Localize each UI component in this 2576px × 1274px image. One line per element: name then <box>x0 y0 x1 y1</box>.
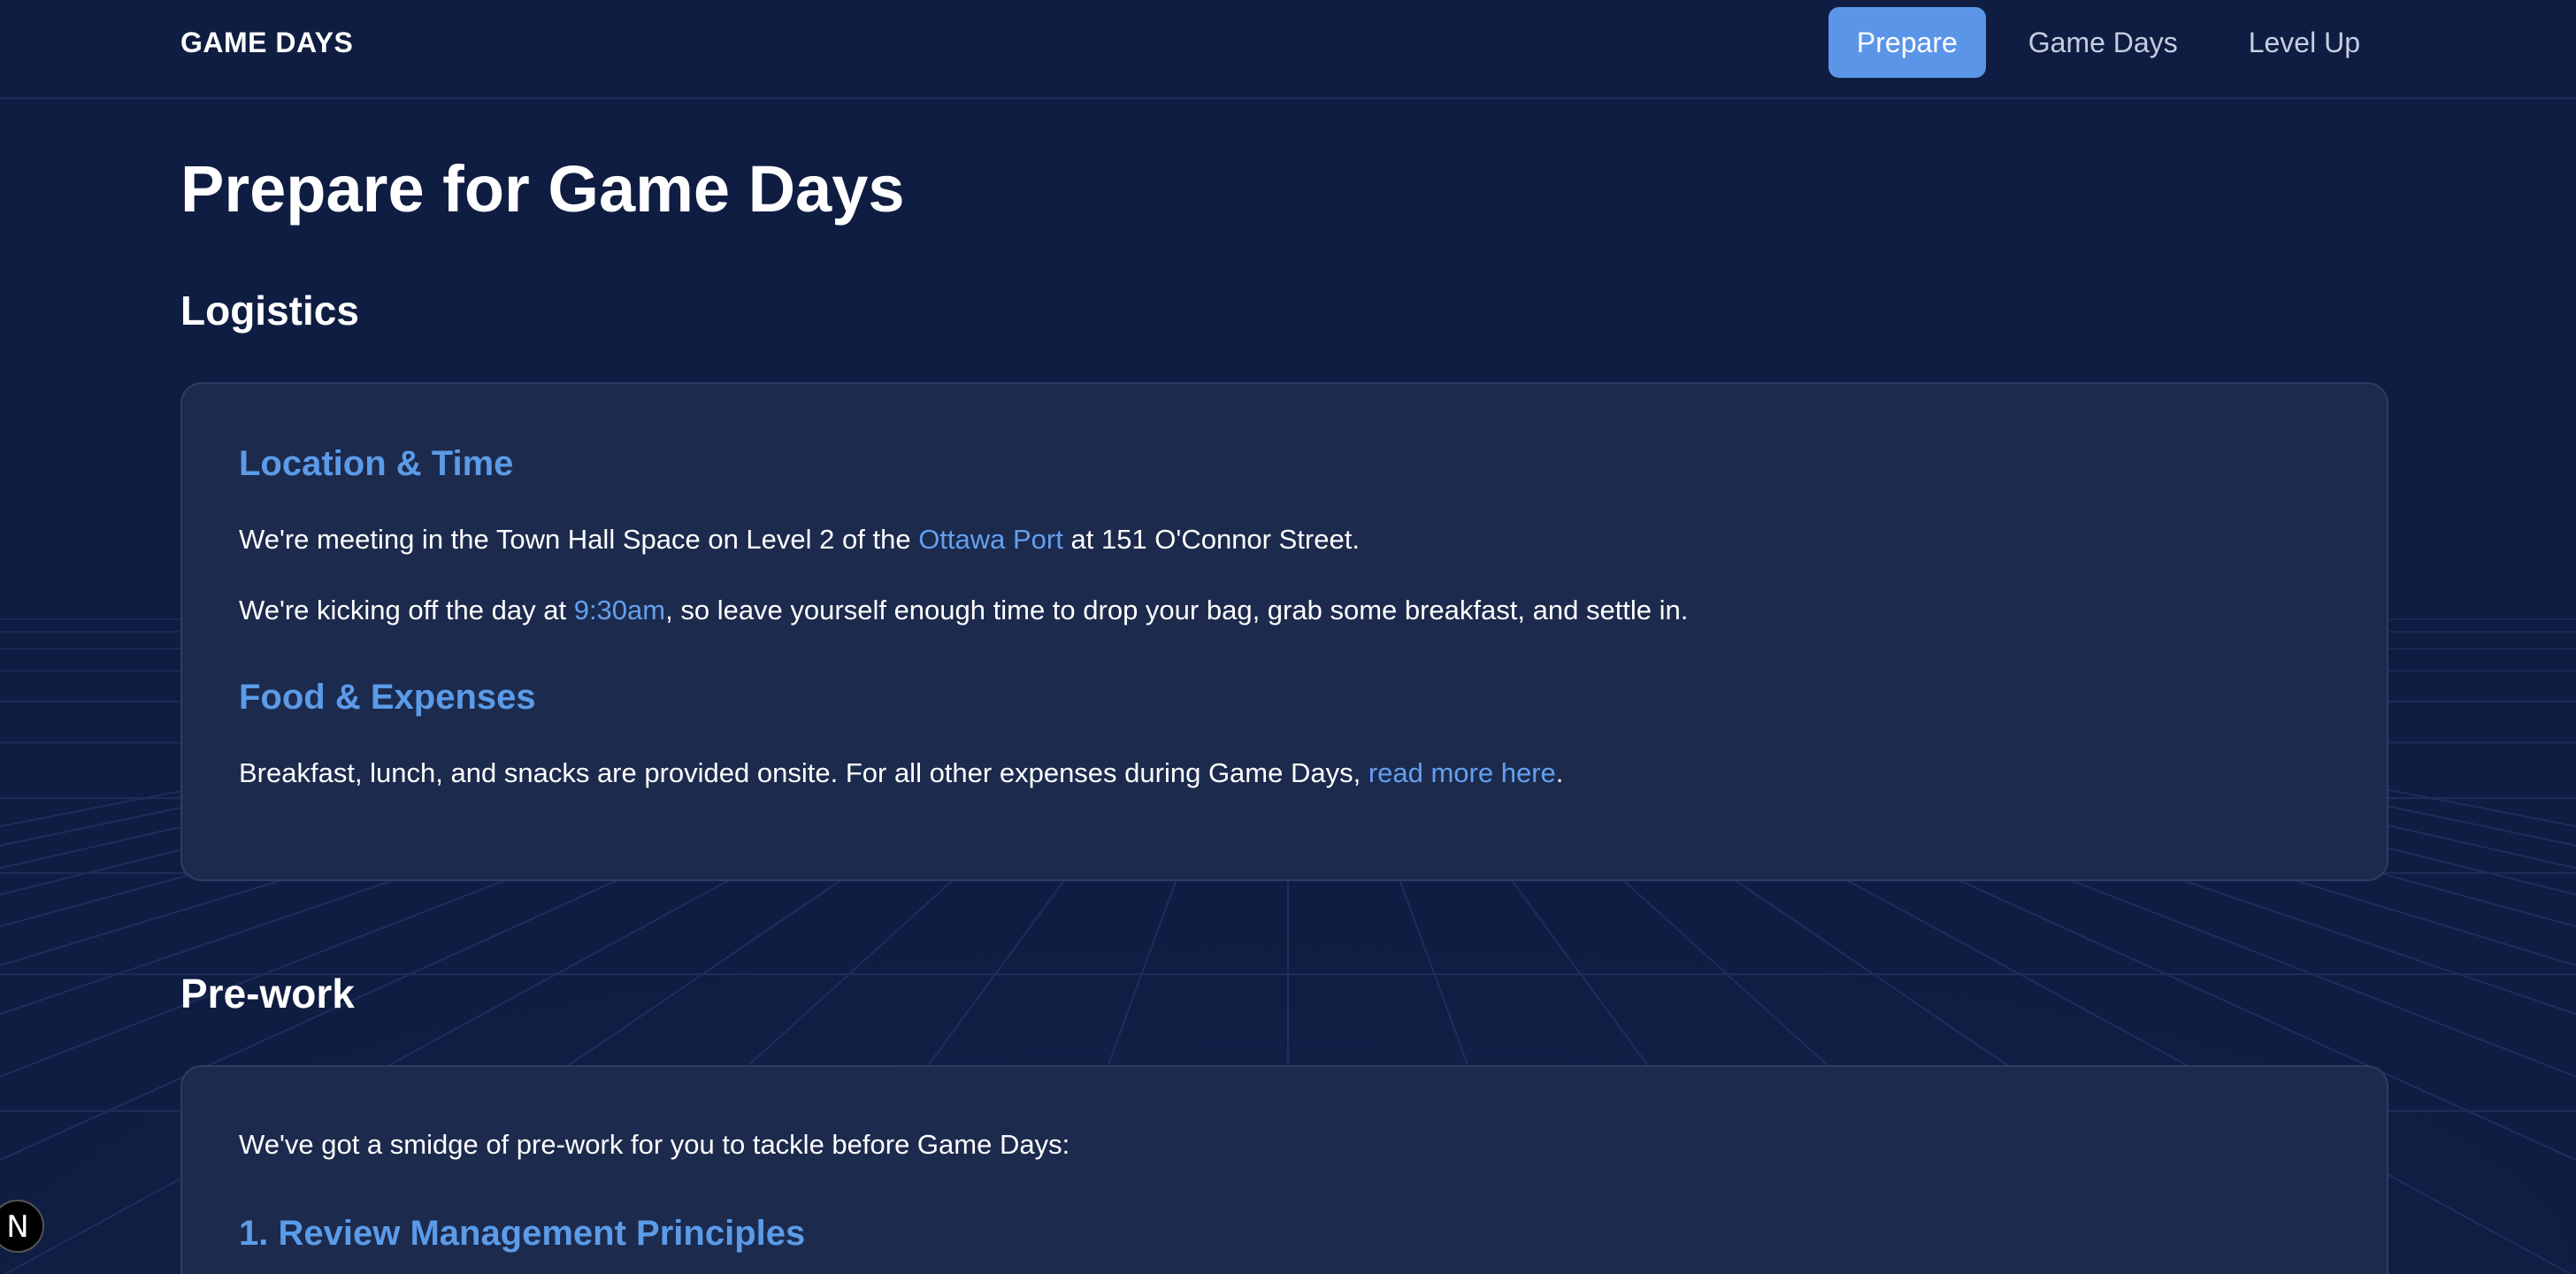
start-time-link[interactable]: 9:30am <box>574 595 665 625</box>
prework-item-1-heading: 1. Review Management Principles <box>239 1214 806 1253</box>
page: GAME DAYS Prepare Game Days Level Up Pre… <box>0 0 2576 1274</box>
logistics-card: Location & Time We're meeting in the Tow… <box>180 382 2388 881</box>
location-paragraph: We're meeting in the Town Hall Space on … <box>239 522 1360 557</box>
top-navbar: GAME DAYS Prepare Game Days Level Up <box>0 0 2576 99</box>
time-text-1: We're kicking off the day at <box>239 595 574 625</box>
nav-links: Prepare Game Days Level Up <box>1828 7 2388 78</box>
section-title-logistics: Logistics <box>180 288 359 334</box>
location-time-heading: Location & Time <box>239 444 514 483</box>
food-text-2: . <box>1555 757 1564 788</box>
page-title: Prepare for Game Days <box>180 152 905 226</box>
time-text-2: , so leave yourself enough time to drop … <box>665 595 1689 625</box>
section-title-prework: Pre-work <box>180 971 355 1017</box>
ottawa-port-link[interactable]: Ottawa Port <box>918 524 1063 555</box>
time-paragraph: We're kicking off the day at 9:30am, so … <box>239 593 1688 628</box>
food-expenses-heading: Food & Expenses <box>239 678 536 717</box>
location-text-1: We're meeting in the Town Hall Space on … <box>239 524 919 555</box>
brand-logo[interactable]: GAME DAYS <box>180 27 353 58</box>
food-text-1: Breakfast, lunch, and snacks are provide… <box>239 757 1368 788</box>
nav-link-level-up[interactable]: Level Up <box>2220 7 2388 78</box>
prework-intro: We've got a smidge of pre-work for you t… <box>239 1129 1070 1160</box>
nav-link-prepare[interactable]: Prepare <box>1828 7 1986 78</box>
food-paragraph: Breakfast, lunch, and snacks are provide… <box>239 756 1563 791</box>
nav-link-game-days[interactable]: Game Days <box>2000 7 2206 78</box>
expenses-read-more-link[interactable]: read more here <box>1368 757 1556 788</box>
prework-card: We've got a smidge of pre-work for you t… <box>180 1065 2388 1274</box>
location-text-2: at 151 O'Connor Street. <box>1062 524 1360 555</box>
